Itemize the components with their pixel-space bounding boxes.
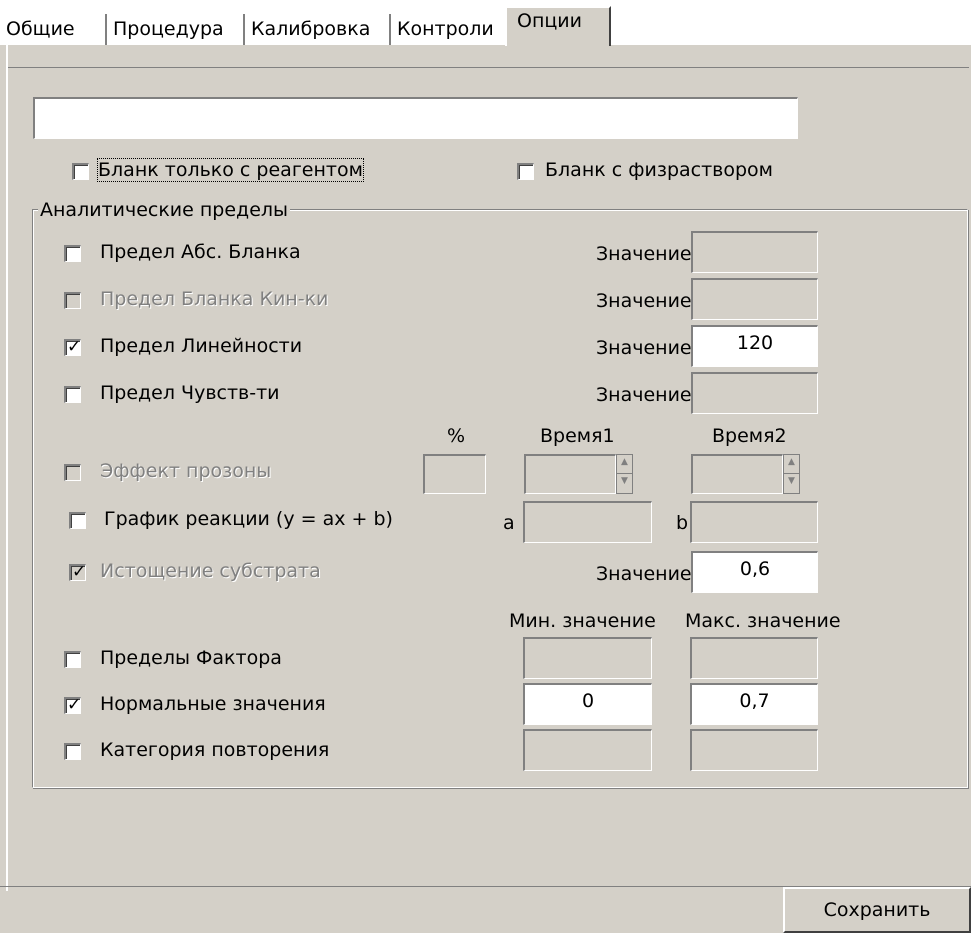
check-mark-icon: ✓	[67, 337, 82, 357]
time1-spinner[interactable]: ▲ ▼	[616, 454, 633, 494]
tab-procedure[interactable]: Процедура	[107, 14, 245, 45]
spin-down-icon[interactable]: ▼	[617, 474, 632, 493]
prozone-checkbox[interactable]	[64, 464, 81, 481]
kin-blank-checkbox[interactable]	[64, 292, 81, 309]
tab-calibration[interactable]: Калибровка	[245, 14, 391, 45]
prozone-percent-input[interactable]	[423, 454, 486, 494]
prozone-label: Эффект прозоны	[100, 460, 272, 482]
blank-reagent-checkbox[interactable]	[72, 163, 89, 180]
abs-blank-value-label: Значение	[596, 243, 692, 265]
b-label: b	[676, 512, 689, 534]
blank-saline-checkbox[interactable]	[517, 163, 534, 180]
substrate-value-label: Значение	[596, 563, 692, 585]
save-button[interactable]: Сохранить	[783, 887, 971, 933]
time2-spinner[interactable]: ▲ ▼	[783, 454, 800, 494]
linearity-checkbox[interactable]: ✓	[64, 337, 82, 357]
kin-blank-value-label: Значение	[596, 290, 692, 312]
normal-min-input[interactable]: 0	[523, 683, 652, 725]
a-input[interactable]	[523, 501, 652, 543]
time2-header: Время2	[712, 425, 787, 447]
normal-max-input[interactable]: 0,7	[690, 683, 818, 725]
tab-general[interactable]: Общие	[0, 14, 107, 45]
repeat-category-checkbox[interactable]	[64, 743, 81, 760]
factor-limits-label: Пределы Фактора	[100, 647, 282, 669]
b-input[interactable]	[690, 501, 818, 543]
sensitivity-value-label: Значение	[596, 384, 692, 406]
blank-reagent-label: Бланк только с реагентом	[97, 158, 364, 182]
linearity-label: Предел Линейности	[100, 335, 303, 357]
sensitivity-value-input[interactable]	[691, 372, 818, 414]
reaction-graph-label: График реакции (y = ax + b)	[104, 508, 393, 530]
substrate-value-input[interactable]: 0,6	[691, 551, 818, 593]
factor-limits-checkbox[interactable]	[64, 651, 81, 668]
sensitivity-checkbox[interactable]	[64, 386, 81, 403]
blank-saline-label: Бланк с физраствором	[545, 159, 773, 181]
abs-blank-value-input[interactable]	[691, 231, 818, 273]
substrate-checkbox[interactable]: ✓	[69, 562, 87, 582]
time1-header: Время1	[540, 425, 615, 447]
repeat-category-label: Категория повторения	[100, 739, 330, 761]
linearity-value-input[interactable]: 120	[691, 325, 818, 367]
max-header: Макс. значение	[685, 610, 841, 632]
abs-blank-checkbox[interactable]	[64, 245, 81, 262]
prozone-time2-input[interactable]	[691, 454, 783, 494]
repeat-min-input[interactable]	[523, 729, 652, 771]
abs-blank-label: Предел Абс. Бланка	[100, 241, 301, 263]
tab-controls[interactable]: Контроли	[391, 14, 508, 45]
group-title: Аналитические пределы	[38, 199, 291, 221]
page-divider	[8, 67, 969, 68]
normal-values-label: Нормальные значения	[100, 693, 326, 715]
substrate-label: Истощение субстрата	[100, 560, 321, 582]
normal-values-checkbox[interactable]: ✓	[64, 695, 82, 715]
kin-blank-value-input[interactable]	[691, 278, 818, 320]
a-label: a	[503, 512, 515, 534]
min-header: Мин. значение	[509, 610, 656, 632]
check-mark-icon: ✓	[72, 562, 87, 582]
factor-max-input[interactable]	[690, 637, 818, 679]
repeat-max-input[interactable]	[690, 729, 818, 771]
name-input[interactable]	[33, 97, 798, 139]
percent-header: %	[447, 425, 466, 447]
prozone-time1-input[interactable]	[524, 454, 616, 494]
spin-up-icon[interactable]: ▲	[617, 455, 632, 474]
kin-blank-label: Предел Бланка Кин-ки	[100, 288, 329, 310]
spin-up-icon[interactable]: ▲	[784, 455, 799, 474]
check-mark-icon: ✓	[67, 695, 82, 715]
sensitivity-label: Предел Чувств-ти	[100, 382, 280, 404]
tab-options[interactable]: Опции	[505, 6, 611, 46]
factor-min-input[interactable]	[523, 637, 652, 679]
spin-down-icon[interactable]: ▼	[784, 474, 799, 493]
reaction-graph-checkbox[interactable]	[69, 512, 86, 529]
linearity-value-label: Значение	[596, 337, 692, 359]
